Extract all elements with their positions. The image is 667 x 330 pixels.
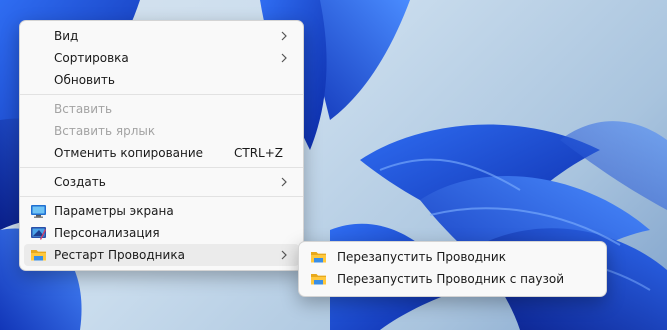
menu-item-label: Обновить xyxy=(54,73,115,87)
menu-item-refresh[interactable]: Обновить xyxy=(24,69,299,91)
restart-explorer-submenu: Перезапустить Проводник Перезапустить Пр… xyxy=(298,241,607,297)
menu-item-undo-copy[interactable]: Отменить копирование CTRL+Z xyxy=(24,142,299,164)
folder-icon xyxy=(31,250,46,261)
menu-item-label: Отменить копирование xyxy=(54,146,204,160)
menu-separator xyxy=(20,196,303,197)
menu-item-view[interactable]: Вид xyxy=(24,25,299,47)
menu-item-paste-shortcut: Вставить ярлык xyxy=(24,120,299,142)
submenu-item-restart-explorer-pause[interactable]: Перезапустить Проводник с паузой xyxy=(303,268,602,290)
menu-item-label: Рестарт Проводника xyxy=(54,248,185,262)
menu-item-label: Создать xyxy=(54,175,106,189)
menu-item-label: Вставить ярлык xyxy=(54,124,156,138)
desktop[interactable]: Вид Сортировка Обновить Вставить Вставит… xyxy=(0,0,667,330)
desktop-context-menu: Вид Сортировка Обновить Вставить Вставит… xyxy=(19,20,304,271)
menu-item-label: Персонализация xyxy=(54,226,160,240)
chevron-right-icon xyxy=(281,177,287,187)
menu-item-label: Перезапустить Проводник с паузой xyxy=(337,272,564,286)
menu-item-display-settings[interactable]: Параметры экрана xyxy=(24,200,299,222)
chevron-right-icon xyxy=(281,53,287,63)
chevron-right-icon xyxy=(281,250,287,260)
submenu-item-restart-explorer[interactable]: Перезапустить Проводник xyxy=(303,246,602,268)
folder-icon xyxy=(311,274,326,285)
menu-item-personalization[interactable]: Персонализация xyxy=(24,222,299,244)
menu-item-label: Вставить xyxy=(54,102,113,116)
folder-icon xyxy=(311,252,326,263)
menu-item-new[interactable]: Создать xyxy=(24,171,299,193)
menu-item-label: Сортировка xyxy=(54,51,129,65)
chevron-right-icon xyxy=(281,31,287,41)
menu-item-restart-explorer[interactable]: Рестарт Проводника xyxy=(24,244,299,266)
menu-item-shortcut: CTRL+Z xyxy=(233,146,283,160)
display-icon xyxy=(31,205,46,218)
menu-item-sort[interactable]: Сортировка xyxy=(24,47,299,69)
menu-separator xyxy=(20,167,303,168)
menu-item-label: Вид xyxy=(54,29,79,43)
menu-item-label: Параметры экрана xyxy=(54,204,174,218)
menu-item-label: Перезапустить Проводник xyxy=(337,250,506,264)
personalize-icon xyxy=(31,227,46,240)
menu-item-paste: Вставить xyxy=(24,98,299,120)
menu-separator xyxy=(20,94,303,95)
